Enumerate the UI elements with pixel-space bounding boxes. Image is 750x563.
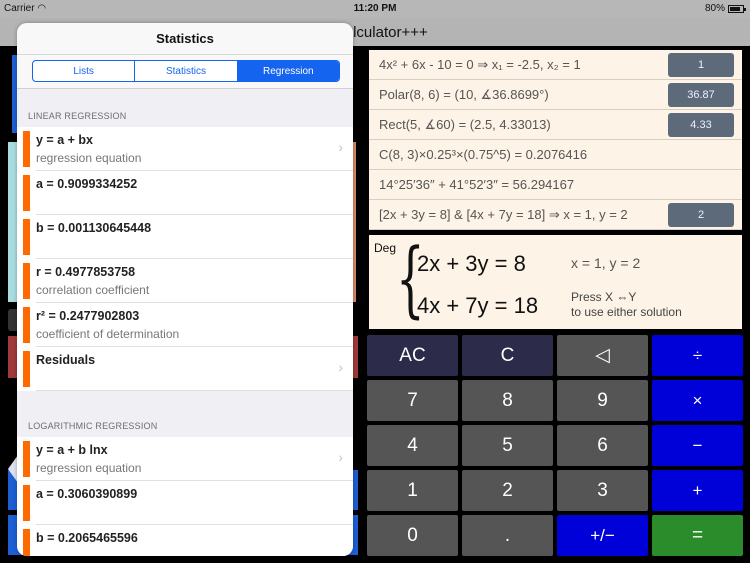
stat-value: y = a + bx (36, 133, 93, 147)
clear-key[interactable]: C (462, 335, 553, 376)
tab-statistics[interactable]: Statistics (135, 61, 238, 81)
subtract-key[interactable]: − (652, 425, 743, 466)
tab-regression[interactable]: Regression (237, 61, 339, 81)
battery-icon (728, 4, 746, 13)
chevron-right-icon: › (338, 359, 343, 375)
multiply-key[interactable]: × (652, 380, 743, 421)
digit-4-key[interactable]: 4 (367, 425, 458, 466)
hint-line-1: Press X ⇔Y (571, 290, 637, 304)
segmented-control: Lists Statistics Regression (32, 60, 340, 82)
equation-1: 2x + 3y = 8 (417, 251, 526, 276)
history-expression: Polar(8, 6) = (10, ∡36.8699°) (379, 87, 549, 102)
history-tape: 4x² + 6x - 10 = 0 ⇒ x₁ = -2.5, x₂ = 1 1 Po… (369, 50, 742, 230)
stat-cell[interactable]: Residuals › (17, 347, 353, 391)
digit-5-key[interactable]: 5 (462, 425, 553, 466)
solution-text: x = 1, y = 2 (571, 255, 641, 271)
digit-8-key[interactable]: 8 (462, 380, 553, 421)
angle-mode-label: Deg (374, 241, 397, 255)
equals-key[interactable]: = (652, 515, 743, 556)
battery-percent: 80% (704, 3, 725, 14)
row-marker (23, 307, 30, 343)
clock: 11:20 PM (353, 3, 397, 14)
cell-separator (36, 390, 353, 391)
battery-indicator: 80% (704, 3, 746, 14)
header-divider (17, 54, 353, 55)
row-marker (23, 263, 30, 299)
stat-value: a = 0.9099334252 (36, 177, 138, 191)
stat-value: b = 0.2065465596 (36, 531, 138, 545)
stat-value: b = 0.001130645448 (36, 221, 152, 235)
hint-line-2: to use either solution (571, 305, 682, 319)
section-header: LINEAR REGRESSION (28, 111, 127, 121)
stat-cell: a = 0.9099334252 (17, 171, 353, 215)
history-expression: 4x² + 6x - 10 = 0 ⇒ x₁ = -2.5, x₂ = 1 (379, 57, 581, 72)
backspace-key[interactable]: ◁ (557, 335, 648, 376)
digit-2-key[interactable]: 2 (462, 470, 553, 511)
history-row[interactable]: Polar(8, 6) = (10, ∡36.8699°) 36.87 (369, 80, 742, 110)
section-header: LOGARITHMIC REGRESSION (28, 421, 158, 431)
all-clear-key[interactable]: AC (367, 335, 458, 376)
stat-cell: r = 0.4977853758 correlation coefficient (17, 259, 353, 303)
digit-9-key[interactable]: 9 (557, 380, 648, 421)
statistics-popover: Statistics Lists Statistics Regression LIN… (17, 23, 353, 556)
row-marker (23, 529, 30, 556)
history-expression: 14°25′36″ + 41°52′3″ = 56.294167 (379, 177, 575, 192)
row-marker (23, 131, 30, 167)
row-marker (23, 175, 30, 211)
stat-cell: a = 0.3060390899 (17, 481, 353, 525)
popover-header: Statistics Lists Statistics Regression (17, 23, 353, 89)
history-expression: C(8, 3)×0.25³×(0.75^5) = 0.2076416 (379, 147, 588, 162)
stat-value: r = 0.4977853758 (36, 265, 136, 279)
history-row[interactable]: [2x + 3y = 8] & [4x + 7y = 18] ⇒ x = 1, … (369, 200, 742, 230)
keypad: AC C ◁ ÷ 7 8 9 × 4 5 6− 1 2 3 +0. +/− = (367, 335, 745, 559)
digit-0-key[interactable]: 0 (367, 515, 458, 556)
tab-lists[interactable]: Lists (33, 61, 136, 81)
equation-display: Deg { 2x + 3y = 8 4x + 7y = 18 x = 1, y … (369, 235, 742, 329)
equation-2: 4x + 7y = 18 (417, 293, 539, 318)
stat-description: coefficient of determination (36, 327, 180, 341)
stat-cell: b = 0.001130645448 (17, 215, 353, 259)
history-row[interactable]: 4x² + 6x - 10 = 0 ⇒ x₁ = -2.5, x₂ = 1 1 (369, 50, 742, 80)
history-row[interactable]: C(8, 3)×0.25³×(0.75^5) = 0.2076416 (369, 140, 742, 170)
digit-1-key[interactable]: 1 (367, 470, 458, 511)
stat-cell: r² = 0.2477902803 coefficient of determin… (17, 303, 353, 347)
stat-cell[interactable]: y = a + b lnx regression equation › (17, 437, 353, 481)
stat-cell: b = 0.2065465596 (17, 525, 353, 556)
stat-description: regression equation (36, 461, 142, 475)
row-marker (23, 441, 30, 477)
stat-value: r² = 0.2477902803 (36, 309, 140, 323)
stat-description: correlation coefficient (36, 283, 150, 297)
history-result-chip[interactable]: 36.87 (668, 83, 734, 107)
stat-value: a = 0.3060390899 (36, 487, 138, 501)
decimal-key[interactable]: . (462, 515, 553, 556)
row-marker (23, 219, 30, 255)
digit-6-key[interactable]: 6 (557, 425, 648, 466)
add-key[interactable]: + (652, 470, 743, 511)
divide-key[interactable]: ÷ (652, 335, 743, 376)
history-result-chip[interactable]: 2 (668, 203, 734, 227)
stat-cell[interactable]: y = a + bx regression equation › (17, 127, 353, 171)
digit-7-key[interactable]: 7 (367, 380, 458, 421)
row-marker (23, 351, 30, 387)
history-result-chip[interactable]: 4.33 (668, 113, 734, 137)
chevron-right-icon: › (338, 139, 343, 155)
digit-3-key[interactable]: 3 (557, 470, 648, 511)
status-bar: Carrier ◠ 11:20 PM 80% (0, 0, 750, 18)
stat-description: regression equation (36, 151, 142, 165)
stat-value: Residuals (36, 353, 96, 367)
history-expression: [2x + 3y = 8] & [4x + 7y = 18] ⇒ x = 1, … (379, 207, 628, 222)
chevron-right-icon: › (338, 449, 343, 465)
popover-title: Statistics (156, 31, 214, 46)
history-row[interactable]: Rect(5, ∡60) = (2.5, 4.33013) 4.33 (369, 110, 742, 140)
stat-value: y = a + b lnx (36, 443, 108, 457)
history-expression: Rect(5, ∡60) = (2.5, 4.33013) (379, 117, 551, 132)
history-row[interactable]: 14°25′36″ + 41°52′3″ = 56.294167 (369, 170, 742, 200)
negate-key[interactable]: +/− (557, 515, 648, 556)
row-marker (23, 485, 30, 521)
history-result-chip[interactable]: 1 (668, 53, 734, 77)
